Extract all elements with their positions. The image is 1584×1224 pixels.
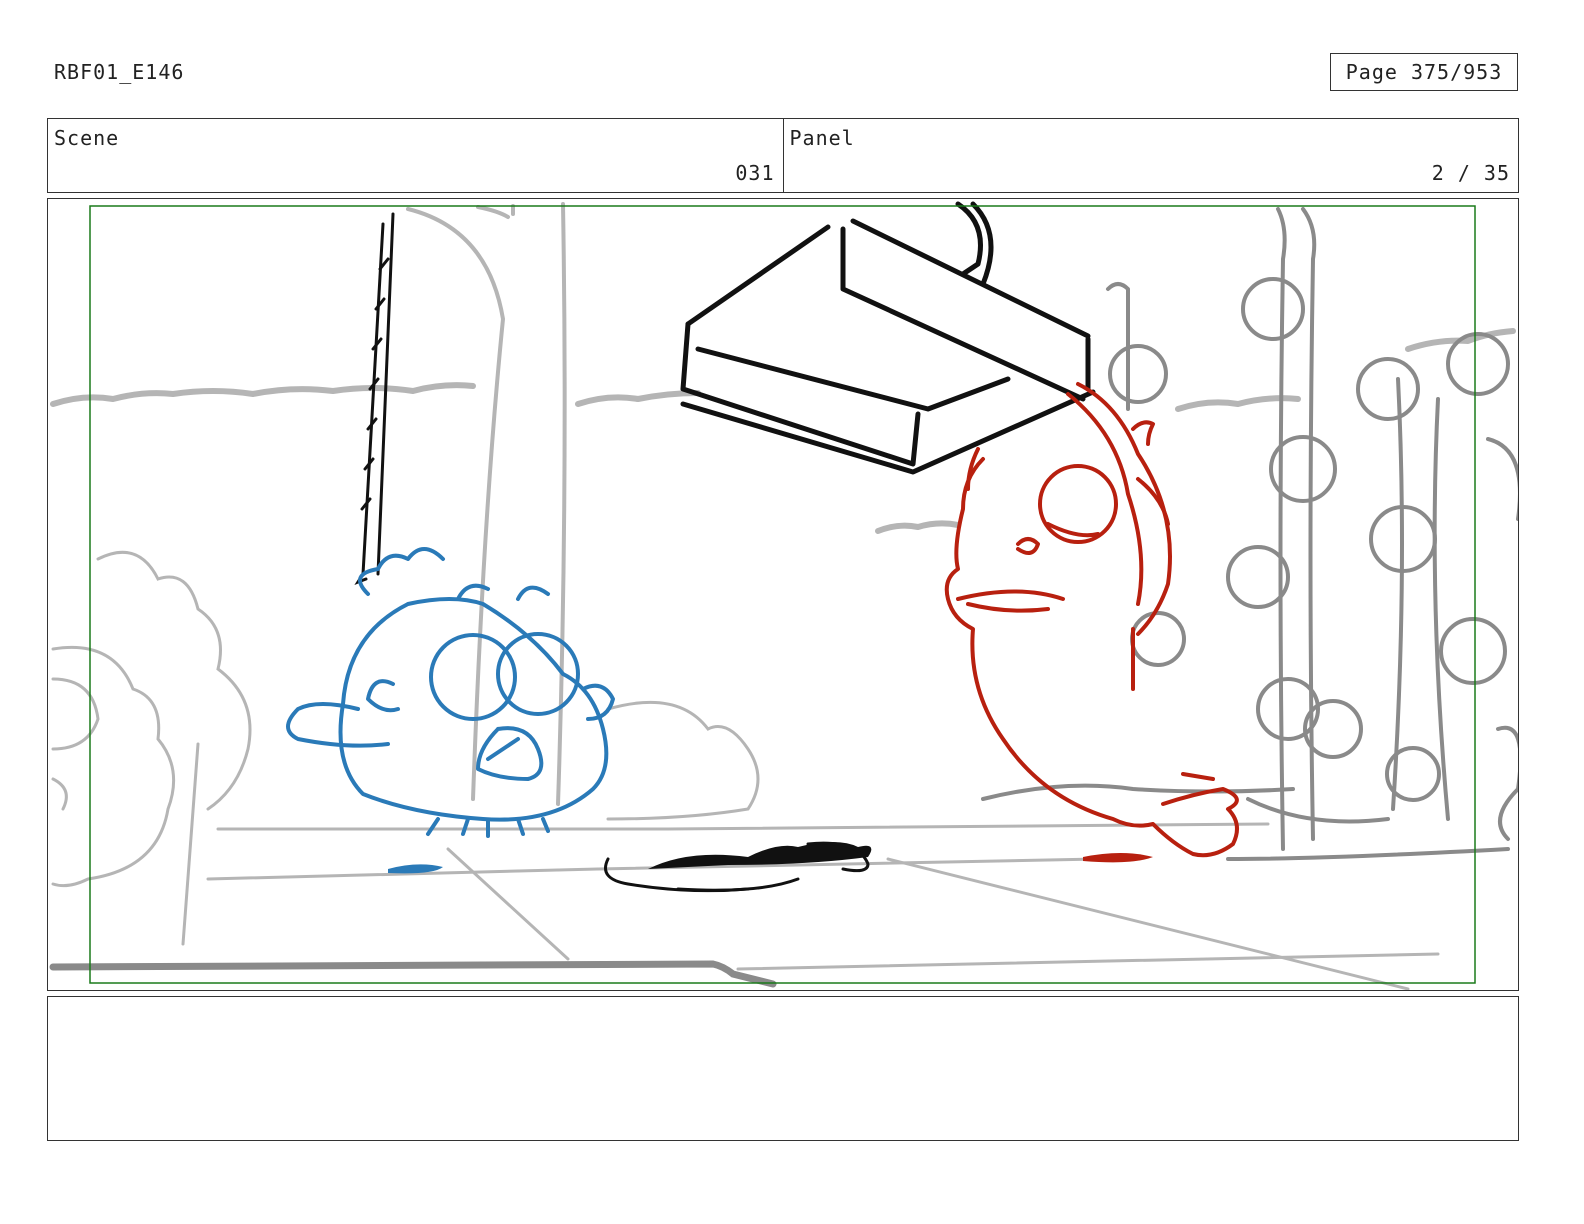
scene-panel-info: Scene 031 Panel 2 / 35 <box>47 118 1519 193</box>
panel-notes <box>47 996 1519 1141</box>
rope <box>354 212 395 585</box>
scene-number: 031 <box>735 161 775 185</box>
panel-number: 2 / 35 <box>1431 161 1510 185</box>
bush-sketch <box>51 550 1440 990</box>
ground-line <box>49 960 777 988</box>
storyboard-panel <box>47 198 1519 991</box>
scene-label: Scene <box>54 126 120 150</box>
scene-cell: Scene 031 <box>48 119 783 192</box>
panel-cell: Panel 2 / 35 <box>782 119 1519 192</box>
foliage-sketch <box>981 207 1518 861</box>
red-shadow <box>1083 853 1153 863</box>
panel-label: Panel <box>789 126 855 150</box>
storyboard-drawing <box>49 201 1518 990</box>
page-counter: Page 375/953 <box>1330 53 1518 91</box>
hanging-box <box>680 201 1096 475</box>
document-id: RBF01_E146 <box>54 60 185 84</box>
